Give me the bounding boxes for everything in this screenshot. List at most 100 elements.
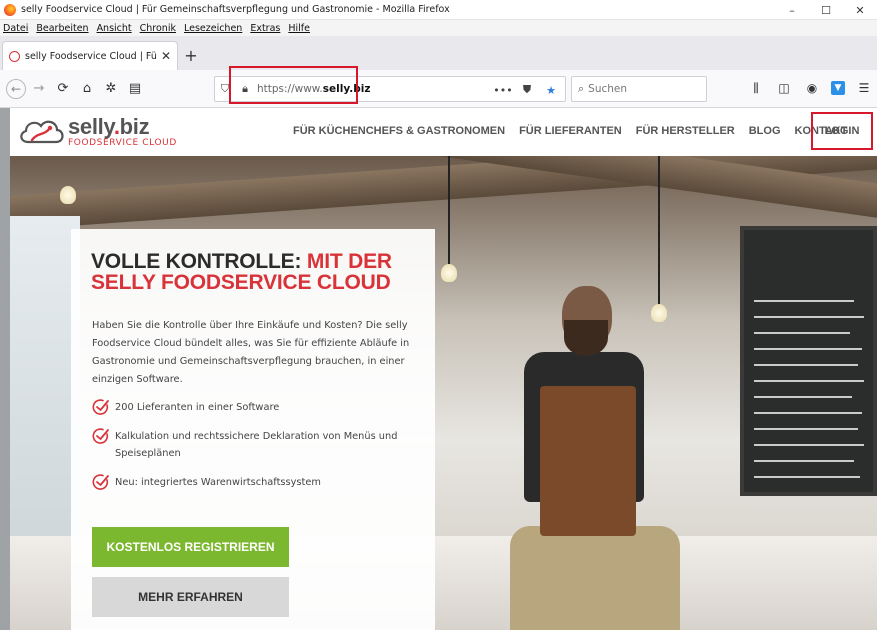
logo-subtitle: FOODSERVICE CLOUD (68, 138, 177, 148)
logo-name-a: selly (68, 114, 114, 139)
page-left-edge (0, 108, 10, 630)
home-icon[interactable]: ⌂ (76, 78, 98, 100)
menubar: Datei Bearbeiten Ansicht Chronik Lesezei… (0, 20, 877, 36)
chalk-line (754, 428, 858, 430)
url-actions: ••• ⛊ ★ (493, 80, 561, 100)
feature-item: Kalkulation und rechtssichere Deklaratio… (92, 428, 412, 462)
login-link[interactable]: LOGIN (825, 125, 860, 137)
chalk-line (754, 396, 852, 398)
logo-name: selly.biz (68, 116, 177, 138)
menu-chronik[interactable]: Chronik (140, 23, 176, 34)
reload-icon[interactable]: ⟳ (52, 78, 74, 100)
window-background (10, 216, 80, 546)
nav-hersteller[interactable]: FÜR HERSTELLER (636, 125, 735, 137)
tab-selly[interactable]: selly Foodservice Cloud | Für Ge ✕ (2, 41, 178, 70)
chalk-line (754, 380, 864, 382)
site-nav: FÜR KÜCHENCHEFS & GASTRONOMEN FÜR LIEFER… (293, 125, 847, 137)
extension-icon[interactable]: ▼ (831, 81, 845, 95)
maximize-button[interactable]: ☐ (809, 0, 843, 20)
close-window-button[interactable]: ✕ (843, 0, 877, 20)
toolbar-right: ⫼ ◫ ◉ ▼ ☰ (747, 78, 873, 98)
chalk-line (754, 332, 850, 334)
url-domain: selly.biz (322, 83, 371, 95)
feature-text: Neu: integriertes Warenwirtschaftssystem (115, 477, 321, 488)
chalk-line (754, 316, 864, 318)
forward-arrow-icon[interactable]: → (28, 78, 50, 100)
window-controls: – ☐ ✕ (775, 0, 877, 20)
search-icon: ⌕ (578, 82, 585, 95)
hero-title: VOLLE KONTROLLE: MIT DER SELLY FOODSERVI… (91, 251, 421, 293)
gear-icon[interactable]: ✲ (100, 78, 122, 100)
menu-extras[interactable]: Extras (250, 23, 280, 34)
chef-apron (540, 386, 636, 536)
pendant-lamp-bulb (60, 186, 76, 204)
menu-hilfe[interactable]: Hilfe (288, 23, 310, 34)
library-icon[interactable]: ⫼ (747, 78, 765, 98)
back-arrow-icon[interactable]: ← (6, 78, 26, 99)
feature-item: 200 Lieferanten in einer Software (92, 399, 412, 416)
feature-item: Neu: integriertes Warenwirtschaftssystem (92, 474, 412, 491)
learn-more-button[interactable]: MEHR ERFAHREN (92, 577, 289, 617)
chalk-line (754, 444, 864, 446)
selly-favicon-icon (9, 50, 20, 62)
cloud-logo-icon (20, 120, 64, 144)
tab-title: selly Foodservice Cloud | Für Ge (25, 50, 157, 62)
tab-close-icon[interactable]: ✕ (161, 49, 171, 63)
print-icon[interactable]: ▤ (124, 78, 146, 100)
logo-text: selly.biz FOODSERVICE CLOUD (68, 116, 177, 148)
firefox-icon (4, 3, 16, 16)
selly-logo[interactable]: selly.biz FOODSERVICE CLOUD (16, 114, 177, 150)
hero-title-dark: VOLLE KONTROLLE: (91, 250, 307, 273)
hero-card: VOLLE KONTROLLE: MIT DER SELLY FOODSERVI… (71, 229, 435, 630)
chef-legs (510, 526, 680, 630)
nav-blog[interactable]: BLOG (749, 125, 781, 137)
feature-text: 200 Lieferanten in einer Software (115, 402, 280, 413)
check-circle-icon (92, 428, 109, 444)
bookmark-star-icon[interactable]: ★ (541, 80, 561, 100)
feature-list: 200 Lieferanten in einer Software Kalkul… (92, 399, 412, 503)
menu-ansicht[interactable]: Ansicht (97, 23, 132, 34)
menu-icon[interactable]: ☰ (855, 78, 873, 98)
chef-beard (564, 320, 608, 356)
url-text[interactable]: https://www.selly.biz (257, 83, 370, 95)
chalk-line (754, 300, 854, 302)
navigation-toolbar: ← → ⟳ ⌂ ✲ ▤ ⛉ 🔒︎ https://www.selly.biz •… (0, 70, 877, 108)
chalk-line (754, 348, 862, 350)
minimize-button[interactable]: – (775, 0, 809, 20)
account-icon[interactable]: ◉ (803, 78, 821, 98)
pendant-lamp-bulb (441, 264, 457, 282)
pocket-icon[interactable]: ⛊ (517, 80, 537, 100)
site-header: selly.biz FOODSERVICE CLOUD FÜR KÜCHENCH… (10, 108, 877, 156)
login-highlight-box: LOGIN (811, 112, 873, 150)
new-tab-button[interactable]: + (178, 41, 204, 70)
window-title: selly Foodservice Cloud | Für Gemeinscha… (21, 4, 450, 15)
chalk-line (754, 364, 858, 366)
chalk-line (754, 476, 860, 478)
menu-lesezeichen[interactable]: Lesezeichen (184, 23, 242, 34)
url-prefix: https://www. (257, 83, 323, 95)
search-placeholder: Suchen (588, 83, 628, 95)
hero-section: VOLLE KONTROLLE: MIT DER SELLY FOODSERVI… (10, 156, 877, 630)
register-button[interactable]: KOSTENLOS REGISTRIEREN (92, 527, 289, 567)
search-input[interactable]: ⌕ Suchen (571, 76, 707, 102)
check-circle-icon (92, 399, 109, 415)
chef-photo (470, 276, 690, 630)
url-bar[interactable]: ⛉ 🔒︎ https://www.selly.biz ••• ⛊ ★ (214, 76, 566, 102)
nav-kuechenchefs[interactable]: FÜR KÜCHENCHEFS & GASTRONOMEN (293, 125, 505, 137)
sidebar-icon[interactable]: ◫ (775, 78, 793, 98)
menu-datei[interactable]: Datei (3, 23, 28, 34)
feature-text: Kalkulation und rechtssichere Deklaratio… (115, 431, 398, 459)
pendant-lamp-cord (448, 156, 450, 266)
check-circle-icon (92, 474, 109, 490)
shield-icon[interactable]: ⛉ (215, 79, 235, 99)
hero-description: Haben Sie die Kontrolle über Ihre Einkäu… (92, 320, 410, 385)
nav-lieferanten[interactable]: FÜR LIEFERANTEN (519, 125, 622, 137)
page-actions-icon[interactable]: ••• (493, 80, 513, 100)
lock-icon[interactable]: 🔒︎ (235, 79, 255, 99)
logo-name-b: biz (119, 114, 150, 139)
menu-bearbeiten[interactable]: Bearbeiten (36, 23, 88, 34)
chalk-line (754, 412, 862, 414)
chalk-line (754, 460, 854, 462)
menu-chalkboard (740, 226, 877, 496)
window-titlebar: selly Foodservice Cloud | Für Gemeinscha… (0, 0, 877, 20)
